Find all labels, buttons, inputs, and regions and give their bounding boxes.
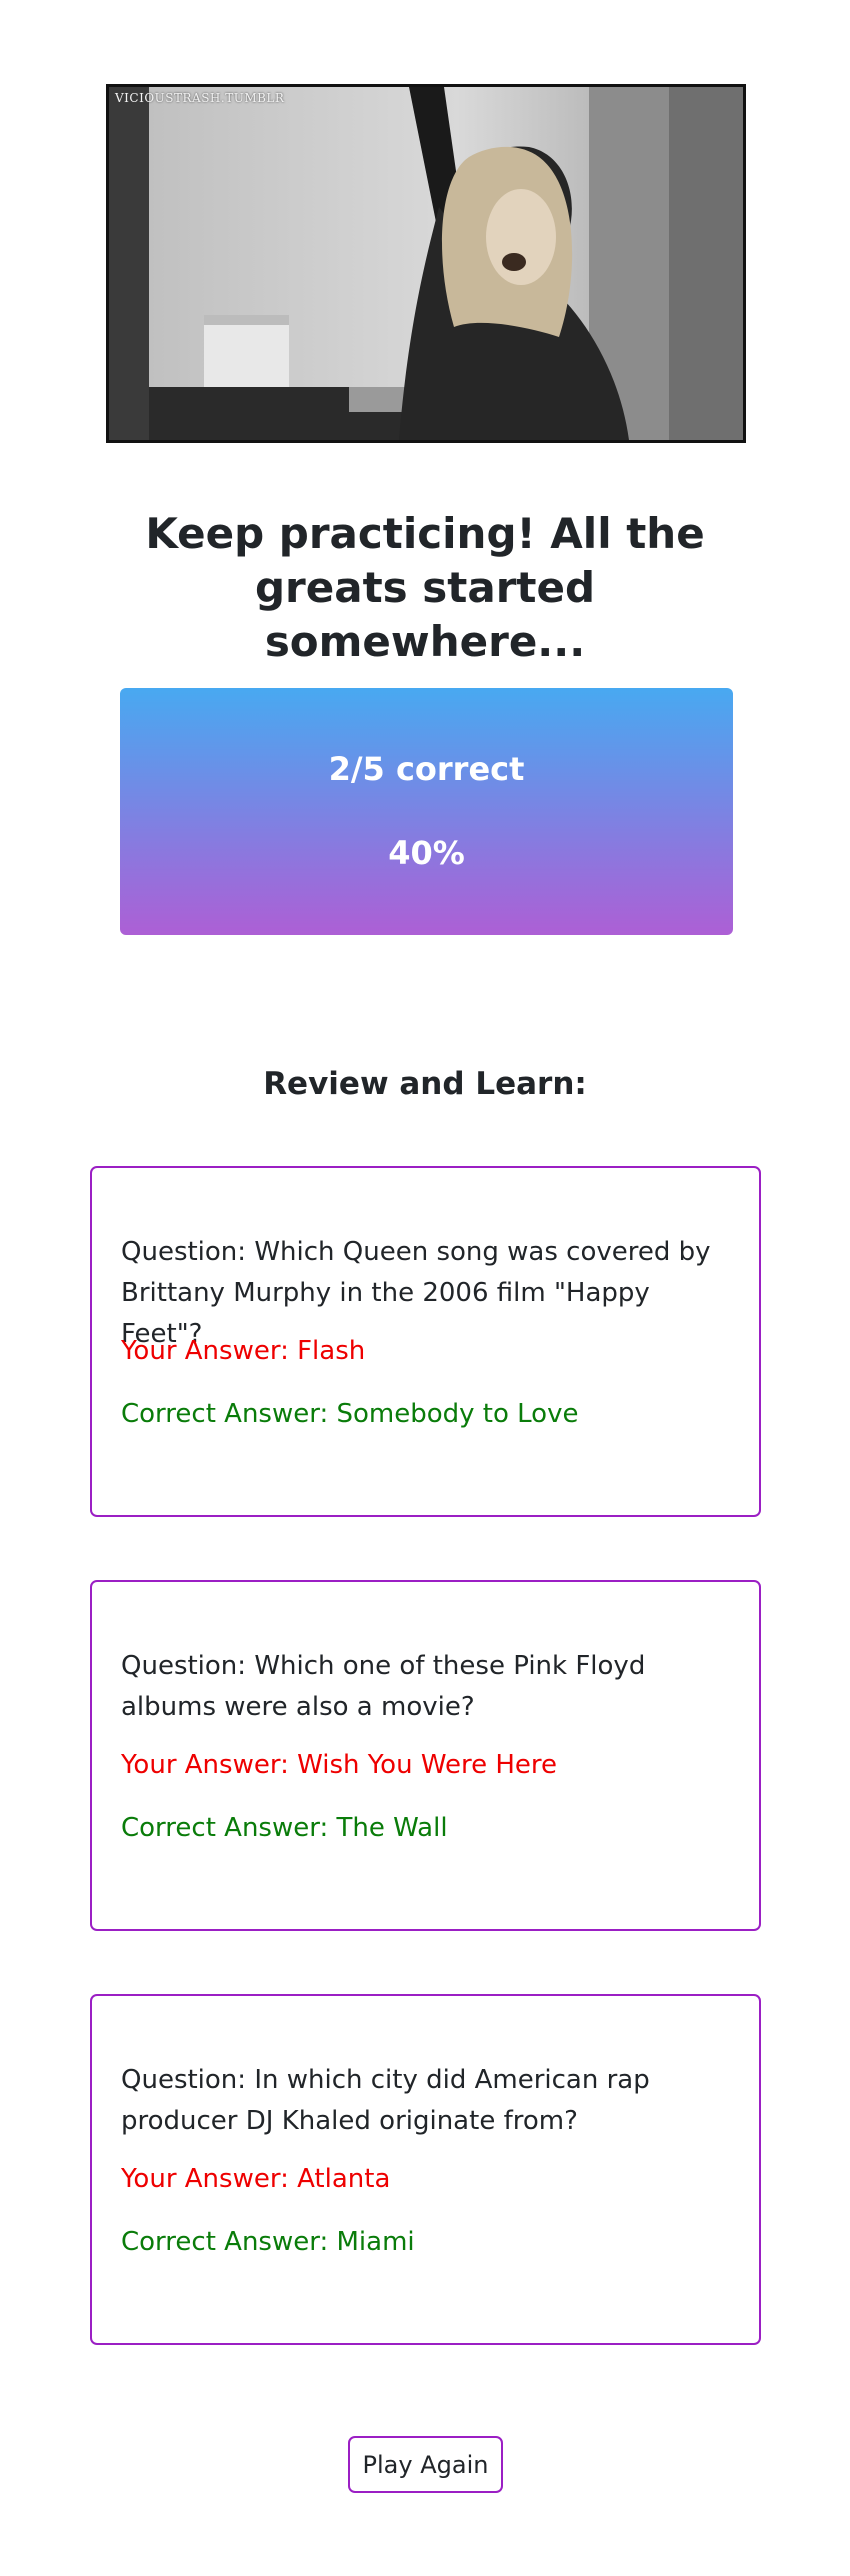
photo-image-icon (109, 87, 743, 440)
review-your-answer: Your Answer: Atlanta (121, 2164, 391, 2194)
review-question: Question: Which one of these Pink Floyd … (121, 1651, 646, 1722)
score-percent: 40% (388, 834, 465, 872)
review-correct-answer: Correct Answer: Miami (121, 2227, 415, 2257)
review-question: Question: In which city did American rap… (121, 2065, 650, 2136)
review-correct-answer: Correct Answer: The Wall (121, 1813, 448, 1843)
review-heading: Review and Learn: (263, 1066, 587, 1102)
review-card: Question: Which one of these Pink Floyd … (90, 1580, 761, 1931)
review-your-answer: Your Answer: Flash (121, 1336, 366, 1366)
review-correct-answer: Correct Answer: Somebody to Love (121, 1399, 579, 1429)
score-count: 2/5 correct (328, 750, 525, 788)
result-message: Keep practicing! All the greats started … (145, 509, 705, 666)
review-your-answer: Your Answer: Wish You Were Here (121, 1750, 558, 1780)
review-card: Question: In which city did American rap… (90, 1994, 761, 2345)
play-again-button[interactable]: Play Again (348, 2436, 503, 2493)
result-gif-image: VICIOUSTRASH.TUMBLR (106, 84, 746, 443)
score-card: 2/5 correct 40% (120, 688, 733, 935)
review-card: Question: Which Queen song was covered b… (90, 1166, 761, 1517)
gif-watermark: VICIOUSTRASH.TUMBLR (115, 91, 285, 105)
